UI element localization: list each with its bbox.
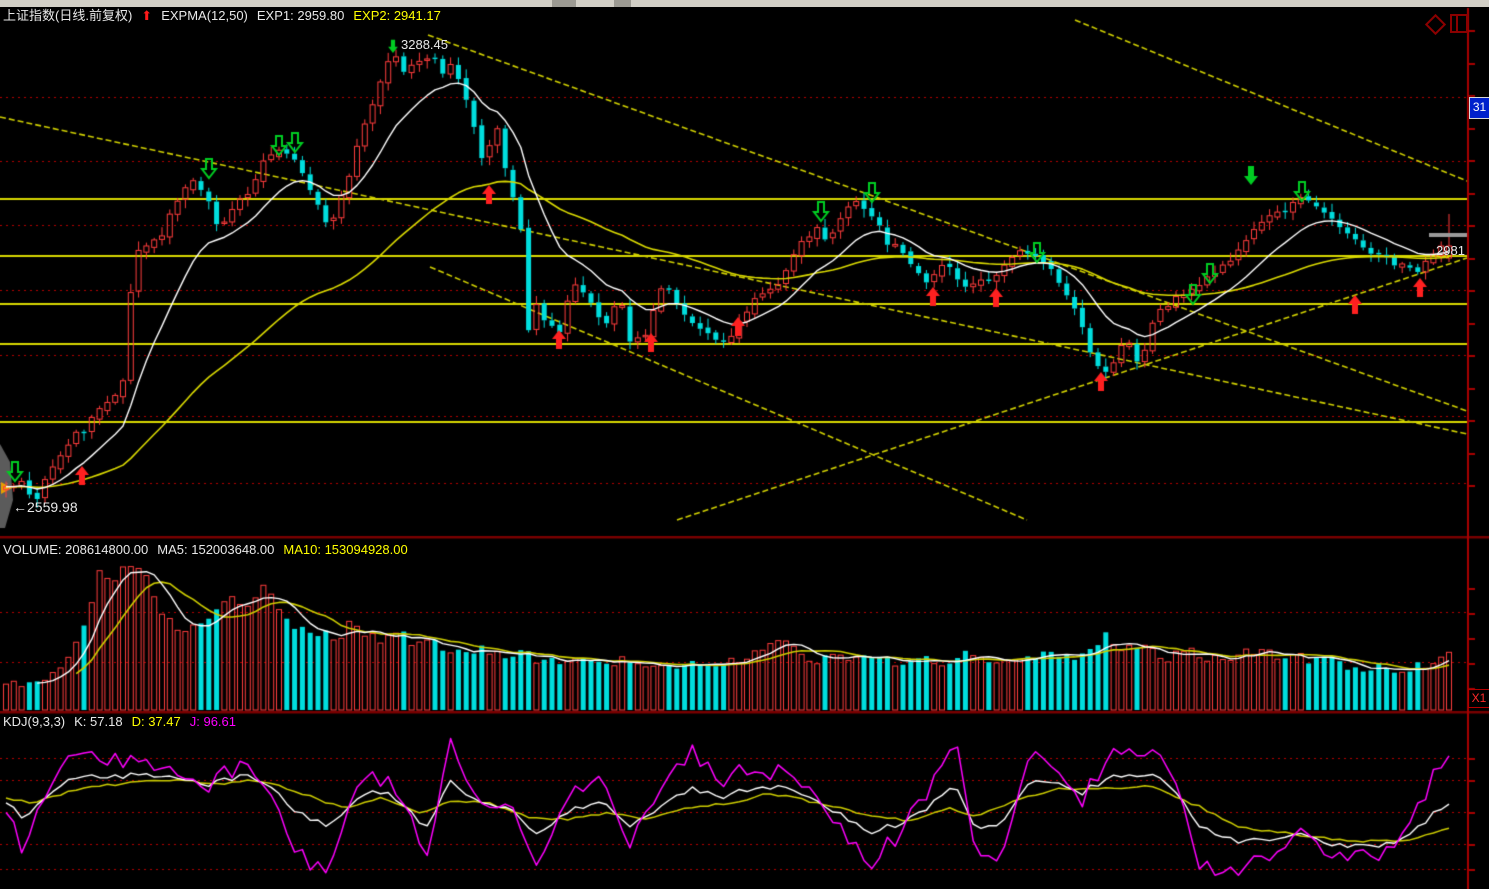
axis-period-badge[interactable]: 31 (1469, 97, 1489, 119)
price-volume-kdj-chart-canvas[interactable] (0, 0, 1489, 889)
split-window-icon-divider (1456, 16, 1458, 31)
trading-terminal-screen: 上证指数(日线.前复权)⬆EXPMA(12,50)EXP1: 2959.80EX… (0, 0, 1489, 889)
volume-axis-badge[interactable]: X1 (1468, 689, 1489, 708)
toolbar-divider (614, 0, 631, 7)
top-toolbar-edge (0, 0, 1489, 7)
toolbar-divider (552, 0, 576, 7)
split-window-icon[interactable] (1450, 14, 1468, 33)
